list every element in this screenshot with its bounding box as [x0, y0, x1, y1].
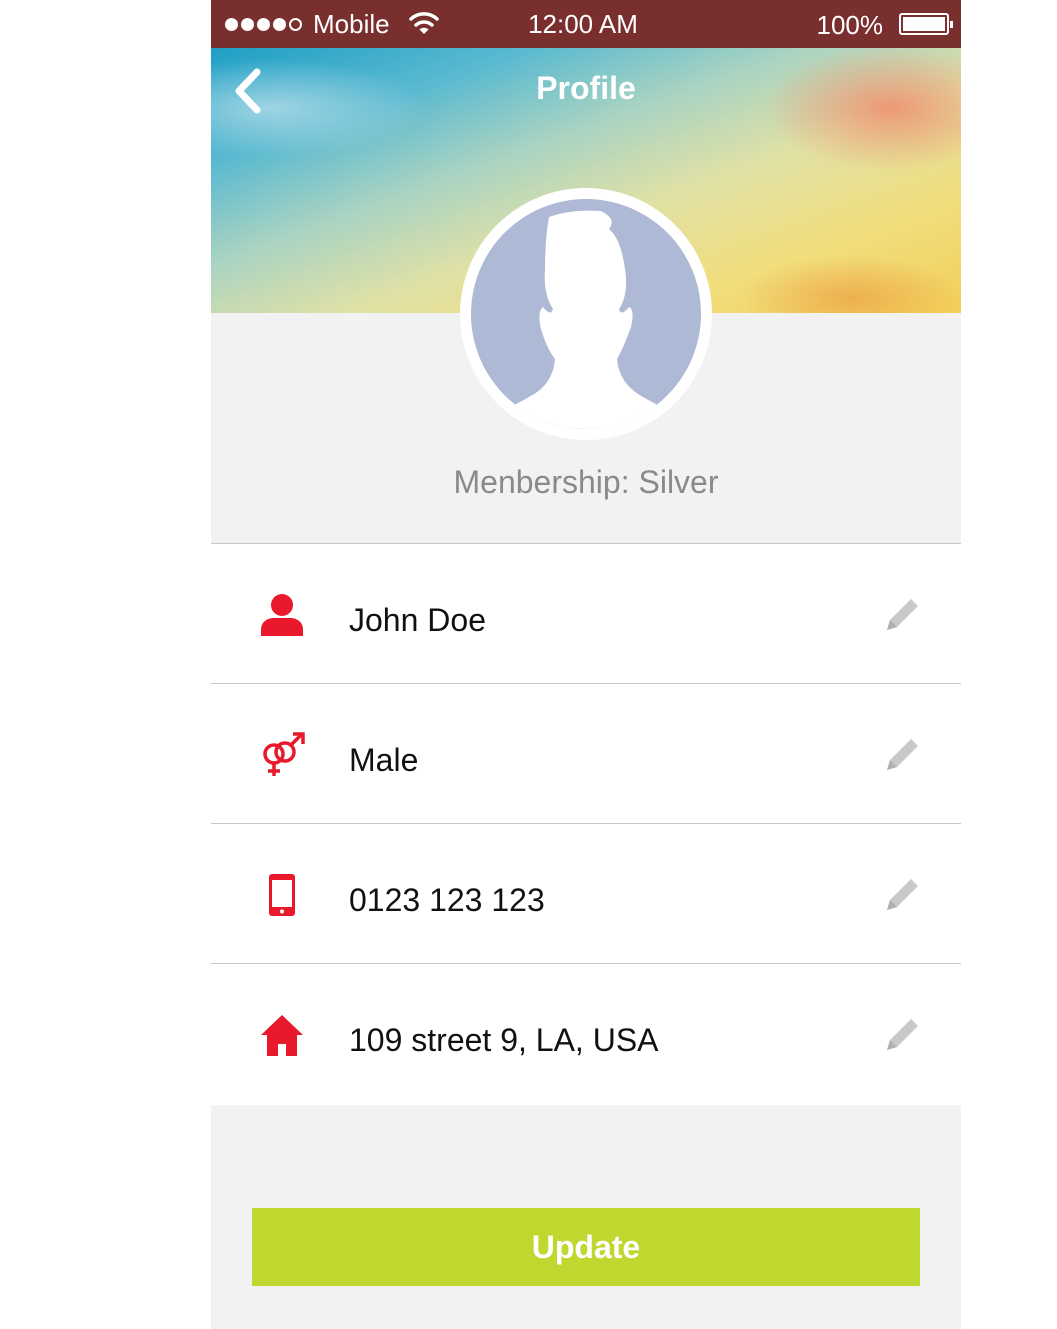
membership-label: Menbership: Silver: [453, 464, 719, 500]
gender-value: Male: [349, 742, 419, 778]
field-row-address: 109 street 9, LA, USA: [211, 964, 961, 1105]
field-row-phone: 0123 123 123: [211, 824, 961, 964]
avatar-placeholder: [471, 199, 701, 429]
address-value: 109 street 9, LA, USA: [349, 1022, 659, 1058]
profile-fields-list: John Doe Male 0123 123 123 109 street 9,…: [211, 543, 961, 1105]
field-row-name: John Doe: [211, 544, 961, 684]
pencil-icon[interactable]: [881, 594, 923, 636]
pencil-icon[interactable]: [881, 874, 923, 916]
battery-icon: [899, 13, 953, 35]
user-silhouette-icon: [511, 210, 661, 429]
name-value: John Doe: [349, 602, 486, 638]
phone-icon: [269, 874, 295, 916]
page-title: Profile: [536, 70, 636, 106]
avatar[interactable]: [460, 188, 712, 440]
gender-icon: [263, 732, 305, 776]
battery-percentage: 100%: [816, 10, 884, 40]
pencil-icon[interactable]: [881, 734, 923, 776]
phone-value: 0123 123 123: [349, 882, 545, 918]
field-row-gender: Male: [211, 684, 961, 824]
person-icon: [261, 594, 303, 636]
update-button[interactable]: Update: [252, 1208, 920, 1286]
phone-screen: Mobile 12:00 AM 100% Profile Menbership:…: [211, 0, 961, 1329]
status-bar: Mobile 12:00 AM 100%: [211, 0, 961, 48]
pencil-icon[interactable]: [881, 1014, 923, 1056]
home-icon: [261, 1015, 303, 1056]
